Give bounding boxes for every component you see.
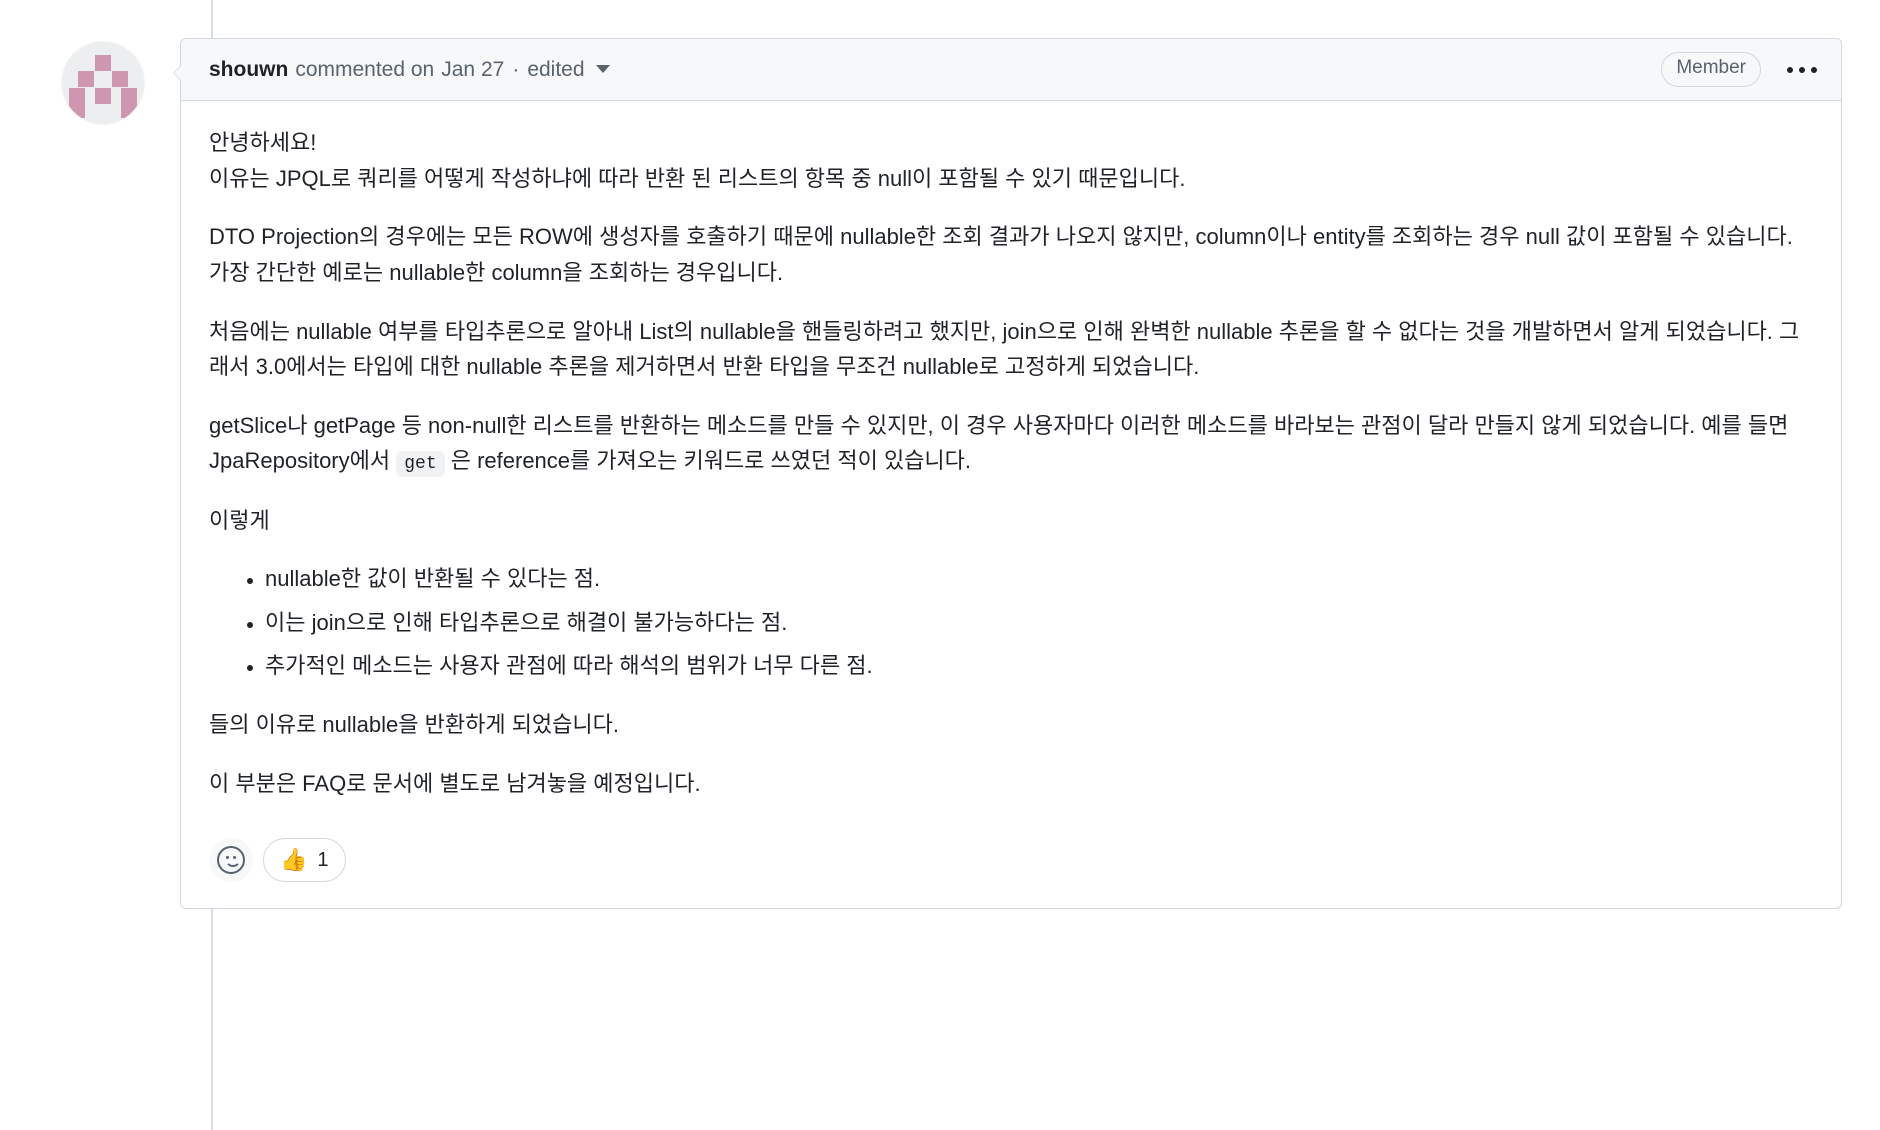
comment-arrow-fill [174, 65, 182, 81]
paragraph-list-intro: 이렇게 [209, 507, 270, 533]
reaction-count: 1 [317, 848, 329, 871]
reactions-bar: 👍 1 [181, 832, 1841, 908]
inline-code-get: get [396, 451, 445, 478]
reason-list: nullable한 값이 반환될 수 있다는 점. 이는 join으로 인해 타… [209, 561, 1813, 684]
kebab-dot [1799, 66, 1805, 73]
status-badge: Member [1661, 52, 1761, 87]
paragraph-faq-note: 이 부분은 FAQ로 문서에 별도로 남겨놓을 예정입니다. [209, 770, 701, 796]
kebab-dot [1787, 66, 1793, 73]
identicon-block [121, 88, 137, 118]
identicon-block [69, 88, 85, 118]
comment-card: shouwn commented on Jan 27 · edited Memb… [173, 38, 1842, 910]
paragraph-dto-projection: DTO Projection의 경우에는 모든 ROW에 생성자를 호출하기 때… [209, 224, 1793, 285]
greeting-line: 안녕하세요! [209, 130, 317, 155]
smiley-mouth [225, 859, 241, 868]
paragraph-greeting: 안녕하세요! 이유는 JPQL로 쿼리를 어떻게 작성하냐에 따라 반환 된 리… [209, 125, 1813, 196]
reason-line: 이유는 JPQL로 쿼리를 어떻게 작성하냐에 따라 반환 된 리스트의 항목 … [209, 165, 1186, 191]
kebab-horizontal-icon[interactable] [1783, 61, 1821, 79]
paragraph-text-after-code: 은 reference를 가져오는 키워드로 쓰였던 적이 있습니다. [444, 448, 972, 474]
smiley-add-icon[interactable] [209, 838, 253, 883]
identicon-block [78, 71, 94, 87]
avatar[interactable] [62, 42, 144, 124]
comment-author-link[interactable]: shouwn [209, 58, 288, 82]
reaction-thumbs-up[interactable]: 👍 1 [263, 838, 346, 883]
paragraph-getslice-getpage: getSlice나 getPage 등 non-null한 리스트를 반환하는 … [209, 408, 1813, 480]
chevron-down-icon[interactable] [595, 64, 610, 73]
header-separator: · [512, 57, 520, 81]
kebab-dot [1811, 66, 1817, 73]
thumbs-up-icon: 👍 [280, 847, 308, 873]
identicon-block [95, 55, 111, 71]
identicon-block [95, 88, 111, 104]
list-item: nullable한 값이 반환될 수 있다는 점. [265, 561, 1813, 597]
comment-page: shouwn commented on Jan 27 · edited Memb… [0, 0, 1880, 1130]
identicon-block [112, 71, 128, 87]
comment-edited-label[interactable]: edited [527, 58, 584, 82]
comment-body: 안녕하세요! 이유는 JPQL로 쿼리를 어떻게 작성하냐에 따라 반환 된 리… [181, 101, 1841, 832]
identicon-avatar-image [62, 42, 144, 124]
comment-timestamp[interactable]: Jan 27 [441, 58, 504, 82]
comment-action-text: commented on [295, 57, 435, 81]
list-item: 이는 join으로 인해 타입추론으로 해결이 불가능하다는 점. [265, 605, 1813, 641]
paragraph-conclusion: 들의 이유로 nullable을 반환하게 되었습니다. [209, 712, 620, 738]
paragraph-type-inference: 처음에는 nullable 여부를 타입추론으로 알아내 List의 nulla… [209, 318, 1800, 380]
smiley-face-icon [217, 846, 245, 875]
comment-header: shouwn commented on Jan 27 · edited Memb… [181, 39, 1841, 101]
list-item: 추가적인 메소드는 사용자 관점에 따라 해석의 범위가 너무 다른 점. [265, 648, 1813, 684]
